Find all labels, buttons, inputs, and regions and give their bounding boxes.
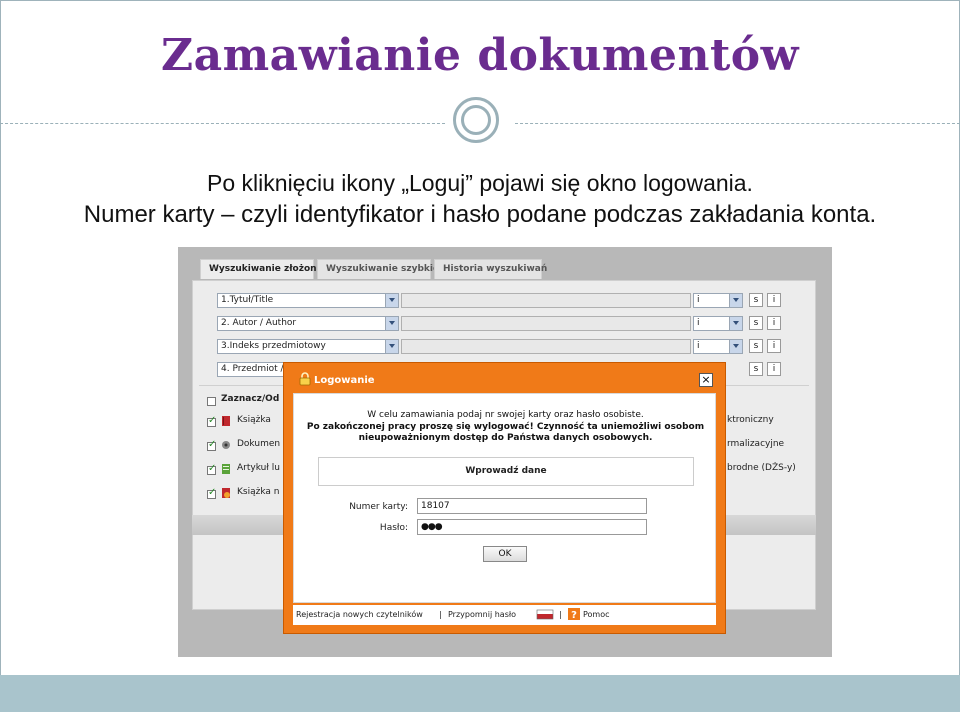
select-all-checkbox[interactable] [207,397,216,406]
doctype-checkbox-audio[interactable] [207,439,216,451]
field-select-2[interactable]: 2. Autor / Author [217,316,399,331]
i-button-2[interactable]: i [767,316,781,330]
doctype-label-book: Książka [237,415,271,425]
chevron-down-icon [729,294,742,307]
doctype-label-article: Artykuł lu [237,463,280,473]
chevron-down-icon [385,317,398,330]
doctype-label-electronic: ktroniczny [727,415,774,425]
dialog-title: Logowanie [314,375,375,386]
i-button-1[interactable]: i [767,293,781,307]
chevron-down-icon [385,340,398,353]
card-number-field[interactable]: 18107 [417,498,647,514]
doctype-label-normative: rmalizacyjne [727,439,785,449]
chevron-down-icon [729,317,742,330]
operator-value: i [697,341,700,351]
doctype-checkbox-ebook[interactable] [207,487,216,499]
card-number-label: Numer karty: [349,502,408,512]
tab-advanced-search[interactable]: Wyszukiwanie złożone [200,259,323,279]
ok-button[interactable]: OK [483,546,527,562]
dialog-info-line-1: W celu zamawiania podaj nr swojej karty … [367,410,644,420]
dialog-info-line-3: nieupoważnionym dostęp do Państwa danych… [358,433,653,443]
register-link[interactable]: Rejestracja nowych czytelników [296,610,423,619]
caption-line-2: Numer karty – czyli identyfikator i hasł… [83,201,877,228]
search-term-input-1[interactable] [401,293,691,308]
dialog-body: W celu zamawiania podaj nr swojej karty … [293,393,716,603]
title-divider-right [515,123,960,124]
flag-icon [536,609,554,620]
s-button-3[interactable]: s [749,339,763,353]
tab-search-history[interactable]: Historia wyszukiwań [434,259,547,279]
speaker-icon [222,441,230,449]
chevron-down-icon [729,340,742,353]
doctype-label-ebook: Książka n [237,487,280,497]
article-icon [222,464,230,474]
footer-separator: | [559,610,562,619]
help-icon: ? [568,608,580,620]
password-field[interactable]: ●●● [417,519,647,535]
field-select-value: 4. Przedmiot / [221,364,284,374]
book-icon [222,416,230,426]
s-button-2[interactable]: s [749,316,763,330]
enter-data-header: Wprowadź dane [318,457,694,486]
operator-value: i [697,318,700,328]
operator-select-2[interactable]: i [693,316,743,331]
chevron-down-icon [385,294,398,307]
select-all-label: Zaznacz/Od [221,394,280,404]
divider-ring-ornament [453,97,499,143]
search-term-input-3[interactable] [401,339,691,354]
lock-icon [299,372,311,386]
doctype-checkbox-article[interactable] [207,463,216,475]
login-dialog: Logowanie × W celu zamawiania podaj nr s… [283,362,726,634]
slide-footer-band [0,675,960,712]
dialog-footer: Rejestracja nowych czytelników | Przypom… [293,605,716,625]
s-button-4[interactable]: s [749,362,763,376]
ebook-icon [222,488,230,498]
i-button-4[interactable]: i [767,362,781,376]
operator-select-1[interactable]: i [693,293,743,308]
tab-quick-search[interactable]: Wyszukiwanie szybkie [317,259,439,279]
field-select-value: 3.Indeks przedmiotowy [221,341,326,351]
slide-title: Zamawianie dokumentów [161,30,799,81]
password-label: Hasło: [379,523,408,533]
field-select-3[interactable]: 3.Indeks przedmiotowy [217,339,399,354]
operator-select-3[interactable]: i [693,339,743,354]
svg-text:?: ? [571,610,577,620]
help-link[interactable]: Pomoc [583,610,610,619]
search-term-input-2[interactable] [401,316,691,331]
doctype-checkbox-book[interactable] [207,415,216,427]
remind-password-link[interactable]: Przypomnij hasło [448,610,516,619]
dialog-info-line-2: Po zakończonej pracy proszę się wylogowa… [306,422,705,432]
doctype-label-document: Dokumen [237,439,281,449]
operator-value: i [697,295,700,305]
footer-separator: | [439,610,442,619]
field-select-value: 1.Tytuł/Title [221,295,274,305]
caption-line-1: Po kliknięciu ikony „Loguj” pojawi się o… [207,170,753,196]
doctype-label-dzs: brodne (DŻS-y) [727,463,796,473]
s-button-1[interactable]: s [749,293,763,307]
i-button-3[interactable]: i [767,339,781,353]
close-icon[interactable]: × [699,373,713,387]
title-divider-left [0,123,445,124]
field-select-1[interactable]: 1.Tytuł/Title [217,293,399,308]
field-select-value: 2. Autor / Author [221,318,297,328]
